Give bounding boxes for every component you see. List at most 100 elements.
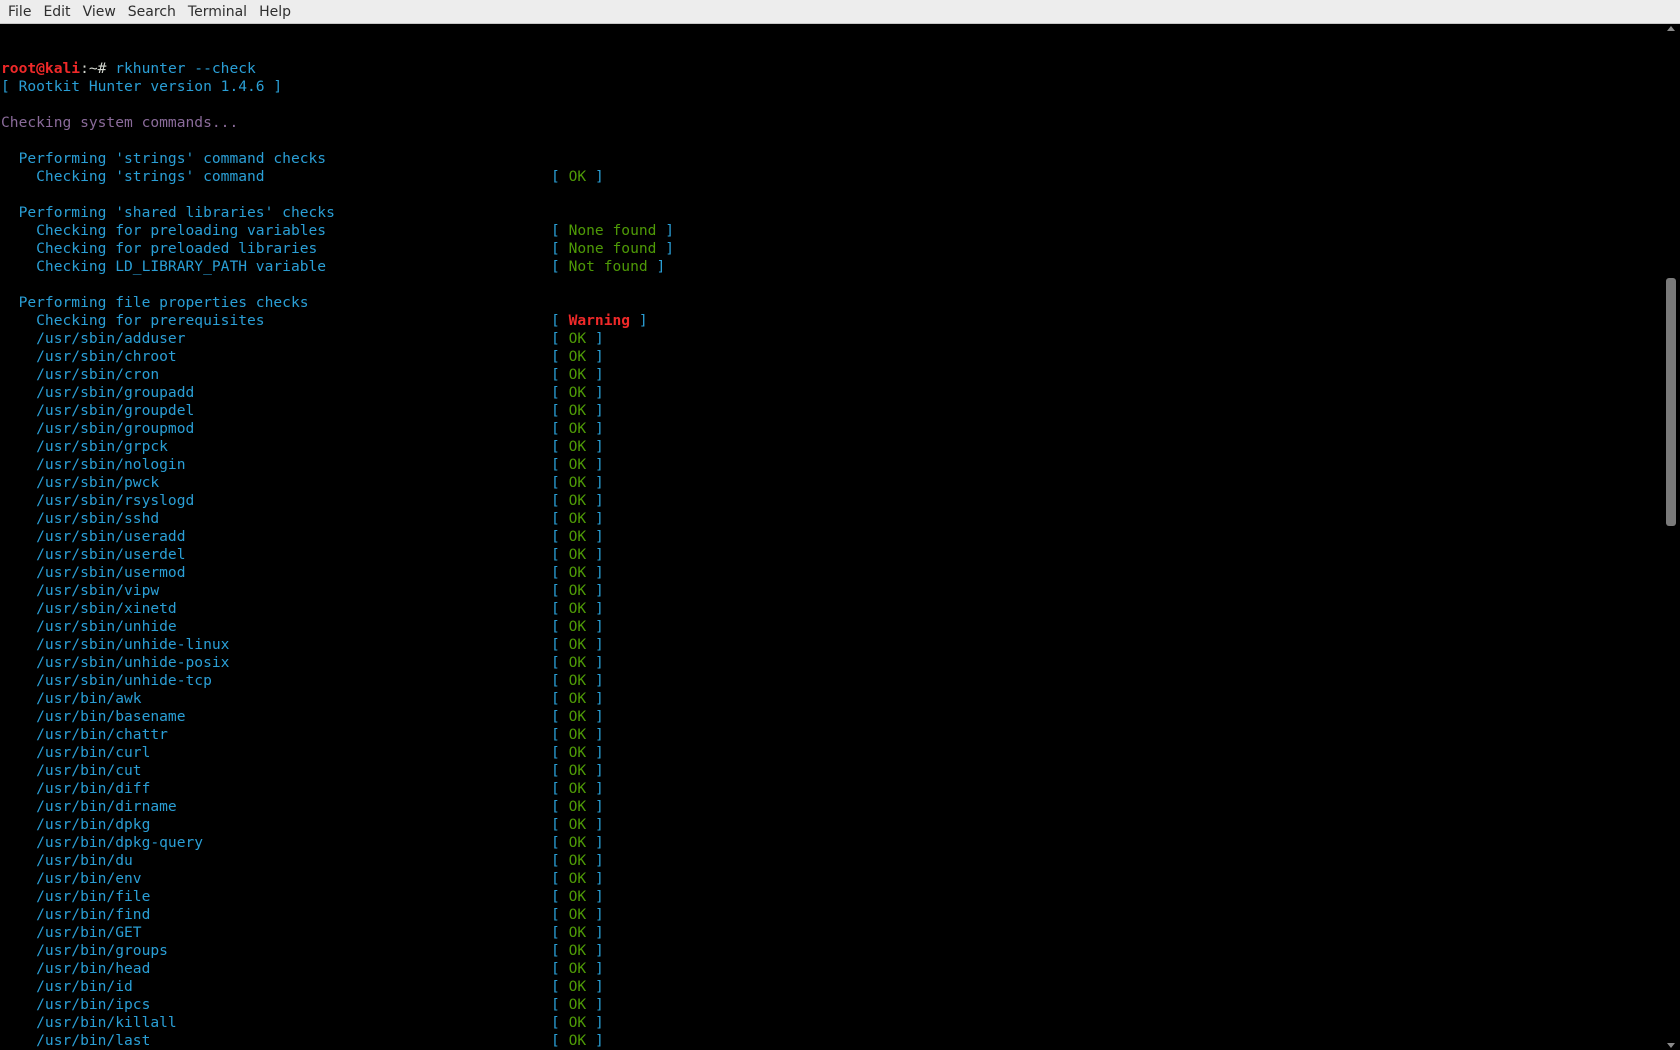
check-status: [ OK ] (551, 492, 604, 510)
menu-file[interactable]: File (2, 0, 37, 24)
menu-search[interactable]: Search (122, 0, 182, 24)
status-value: OK (568, 780, 587, 797)
check-label: /usr/sbin/cron (1, 366, 160, 383)
check-status: [ OK ] (551, 330, 604, 348)
status-bracket-close: ] (586, 960, 604, 977)
menu-terminal[interactable]: Terminal (182, 0, 253, 24)
status-bracket-close: ] (586, 870, 604, 887)
status-bracket-open: [ (551, 168, 569, 185)
status-value: OK (568, 420, 587, 437)
scroll-down-arrow-icon[interactable] (1667, 1043, 1675, 1048)
status-bracket-open: [ (551, 996, 569, 1013)
check-label: /usr/sbin/unhide-linux (1, 636, 230, 653)
check-status: [ None found ] (551, 240, 674, 258)
status-bracket-close: ] (586, 978, 604, 995)
check-label: /usr/sbin/adduser (1, 330, 186, 347)
prompt-user-host: root@kali (1, 60, 81, 77)
check-status: [ OK ] (551, 384, 604, 402)
status-bracket-close: ] (656, 240, 675, 257)
check-label: /usr/sbin/xinetd (1, 600, 177, 617)
status-bracket-open: [ (551, 708, 569, 725)
status-bracket-open: [ (551, 636, 569, 653)
check-label: /usr/sbin/grpck (1, 438, 168, 455)
status-value: OK (568, 582, 587, 599)
menu-view[interactable]: View (77, 0, 122, 24)
check-row: /usr/sbin/rsyslogd [ OK ] (1, 492, 604, 510)
check-status: [ OK ] (551, 456, 604, 474)
check-status: [ OK ] (551, 1014, 604, 1032)
check-label: /usr/sbin/sshd (1, 510, 160, 527)
check-row: /usr/sbin/unhide-posix [ OK ] (1, 654, 604, 672)
status-bracket-open: [ (551, 654, 569, 671)
status-value: OK (568, 402, 587, 419)
status-bracket-close: ] (586, 492, 604, 509)
check-row: /usr/bin/chattr [ OK ] (1, 726, 604, 744)
vertical-scrollbar[interactable] (1662, 24, 1680, 1050)
status-bracket-open: [ (551, 816, 569, 833)
prompt-separator: :~# (80, 60, 116, 77)
check-label: Checking 'strings' command (1, 168, 265, 185)
scroll-up-arrow-icon[interactable] (1667, 26, 1675, 31)
menu-edit[interactable]: Edit (37, 0, 76, 24)
status-value: OK (568, 996, 587, 1013)
check-row: /usr/bin/groups [ OK ] (1, 942, 604, 960)
check-label: /usr/bin/head (1, 960, 151, 977)
check-row: /usr/bin/dirname [ OK ] (1, 798, 604, 816)
status-value: OK (568, 762, 587, 779)
check-row: /usr/bin/ipcs [ OK ] (1, 996, 604, 1014)
check-row: /usr/sbin/chroot [ OK ] (1, 348, 604, 366)
check-status: [ OK ] (551, 402, 604, 420)
check-label: Checking for preloading variables (1, 222, 327, 239)
status-bracket-open: [ (551, 402, 569, 419)
status-bracket-open: [ (551, 420, 569, 437)
check-label: /usr/sbin/nologin (1, 456, 186, 473)
check-row: Checking 'strings' command [ OK ] (1, 168, 604, 186)
status-bracket-close: ] (586, 798, 604, 815)
menu-help[interactable]: Help (253, 0, 297, 24)
status-value: OK (568, 942, 587, 959)
status-value: OK (568, 834, 587, 851)
status-bracket-close: ] (586, 330, 604, 347)
check-status: [ OK ] (551, 888, 604, 906)
status-value: OK (568, 168, 587, 185)
status-bracket-close: ] (586, 762, 604, 779)
status-bracket-open: [ (551, 852, 569, 869)
status-value: OK (568, 1032, 587, 1049)
terminal-output[interactable]: root@kali:~# rkhunter --check [ Rootkit … (0, 24, 1662, 1050)
status-bracket-close: ] (586, 348, 604, 365)
status-bracket-open: [ (551, 906, 569, 923)
check-status: [ OK ] (551, 528, 604, 546)
check-row: /usr/bin/curl [ OK ] (1, 744, 604, 762)
status-bracket-close: ] (586, 672, 604, 689)
check-status: [ OK ] (551, 690, 604, 708)
status-bracket-open: [ (551, 564, 569, 581)
status-value: Not found (568, 258, 648, 275)
check-row: /usr/sbin/groupdel [ OK ] (1, 402, 604, 420)
status-bracket-open: [ (551, 618, 569, 635)
status-value: OK (568, 888, 587, 905)
status-bracket-open: [ (551, 528, 569, 545)
status-bracket-close: ] (586, 780, 604, 797)
scroll-thumb[interactable] (1666, 278, 1676, 526)
check-row: /usr/bin/last [ OK ] (1, 1032, 604, 1050)
check-status: [ OK ] (551, 744, 604, 762)
check-status: [ OK ] (551, 348, 604, 366)
check-row: /usr/bin/cut [ OK ] (1, 762, 604, 780)
check-status: [ OK ] (551, 672, 604, 690)
status-value: OK (568, 618, 587, 635)
check-row: /usr/sbin/groupadd [ OK ] (1, 384, 604, 402)
status-bracket-open: [ (551, 672, 569, 689)
status-bracket-open: [ (551, 780, 569, 797)
prompt-command: rkhunter --check (115, 60, 256, 77)
check-row: /usr/sbin/sshd [ OK ] (1, 510, 604, 528)
status-bracket-close: ] (586, 546, 604, 563)
status-value: OK (568, 672, 587, 689)
status-value: OK (568, 330, 587, 347)
check-label: /usr/bin/killall (1, 1014, 177, 1031)
status-bracket-open: [ (551, 942, 569, 959)
check-status: [ OK ] (551, 636, 604, 654)
status-bracket-close: ] (586, 636, 604, 653)
check-status: [ OK ] (551, 546, 604, 564)
